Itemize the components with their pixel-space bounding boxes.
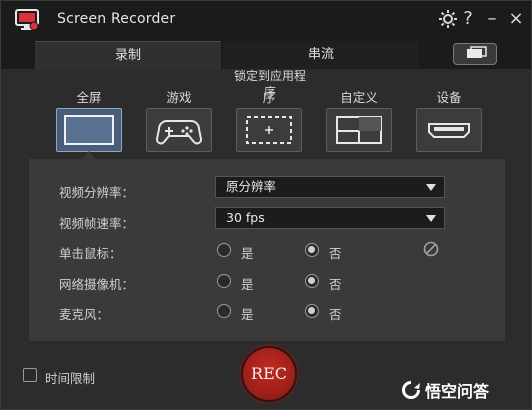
resolution-value: 原分辨率 bbox=[226, 179, 277, 194]
microphone-no-radio[interactable] bbox=[305, 304, 319, 318]
mode-label-fullscreen: 全屏 bbox=[76, 90, 102, 105]
mouse-click-yes-label: 是 bbox=[241, 246, 254, 261]
chevron-down-icon bbox=[426, 215, 436, 222]
mode-game-button[interactable] bbox=[146, 108, 212, 152]
webcam-yes-radio[interactable] bbox=[217, 274, 231, 288]
chevron-down-icon bbox=[426, 184, 436, 191]
help-button[interactable]: ? bbox=[457, 8, 479, 30]
mode-region-button[interactable] bbox=[236, 108, 302, 152]
mode-device-button[interactable] bbox=[416, 108, 482, 152]
microphone-yes-label: 是 bbox=[241, 307, 254, 322]
mini-window-icon bbox=[467, 46, 487, 58]
watermark-text: 悟空问答 bbox=[425, 382, 490, 401]
watermark-logo-icon bbox=[402, 381, 420, 399]
webcam-label: 网络摄像机： bbox=[59, 277, 135, 292]
framerate-select[interactable]: 30 fps bbox=[215, 207, 445, 229]
title-bar: Screen Recorder ? – × bbox=[1, 1, 531, 39]
webcam-no-label: 否 bbox=[329, 277, 342, 292]
close-button[interactable]: × bbox=[505, 8, 527, 30]
mouse-click-no-label: 否 bbox=[329, 246, 342, 261]
mode-fullscreen-button[interactable] bbox=[56, 108, 122, 152]
mode-label-game: 游戏 bbox=[166, 90, 192, 105]
disabled-icon[interactable] bbox=[423, 241, 439, 257]
tab-record[interactable]: 录制 bbox=[35, 41, 221, 69]
webcam-yes-label: 是 bbox=[241, 277, 254, 292]
microphone-no-label: 否 bbox=[329, 307, 342, 322]
gamepad-icon bbox=[156, 120, 202, 145]
minimize-button[interactable]: – bbox=[481, 8, 503, 30]
time-limit-checkbox[interactable] bbox=[23, 368, 37, 382]
framerate-value: 30 fps bbox=[226, 210, 265, 225]
hdmi-device-icon bbox=[428, 123, 470, 138]
mode-label-region: 序 bbox=[262, 90, 276, 105]
fullscreen-icon bbox=[64, 115, 114, 145]
microphone-yes-radio[interactable] bbox=[217, 304, 231, 318]
webcam-no-radio[interactable] bbox=[305, 274, 319, 288]
gear-icon[interactable] bbox=[437, 8, 459, 30]
app-logo-icon bbox=[15, 9, 39, 31]
recorder-window: Screen Recorder ? – × 录制 串流 锁定到应用程序 全屏 游… bbox=[0, 0, 532, 410]
rec-button[interactable]: REC bbox=[243, 348, 295, 400]
mouse-click-no-radio[interactable] bbox=[305, 243, 319, 257]
framerate-label: 视频帧速率： bbox=[59, 216, 135, 231]
custom-area-icon bbox=[336, 116, 382, 144]
resolution-select[interactable]: 原分辨率 bbox=[215, 176, 445, 198]
time-limit-label: 时间限制 bbox=[45, 371, 96, 386]
mode-label-custom: 自定义 bbox=[340, 90, 378, 105]
microphone-label: 麦克风： bbox=[59, 307, 110, 322]
mini-view-button[interactable] bbox=[453, 43, 497, 65]
mode-custom-button[interactable] bbox=[326, 108, 392, 152]
region-select-icon bbox=[246, 116, 292, 144]
mouse-click-yes-radio[interactable] bbox=[217, 243, 231, 257]
resolution-label: 视频分辨率： bbox=[59, 185, 135, 200]
mouse-click-label: 单击鼠标： bbox=[59, 246, 122, 261]
mode-label-device: 设备 bbox=[436, 90, 462, 105]
tab-stream[interactable]: 串流 bbox=[223, 41, 419, 69]
app-title: Screen Recorder bbox=[57, 11, 176, 27]
